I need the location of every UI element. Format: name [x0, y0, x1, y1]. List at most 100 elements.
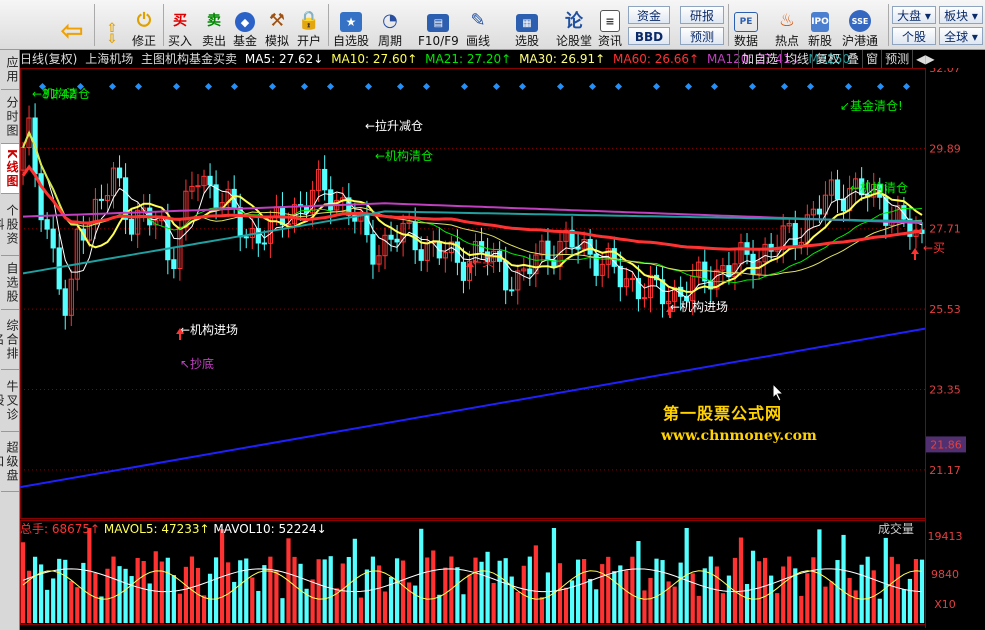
expand-icon[interactable]: ◀▶ — [912, 50, 937, 68]
ma60-line — [21, 164, 923, 251]
volume-bar — [678, 562, 683, 623]
forum-button[interactable]: 论 论股堂 — [556, 2, 592, 48]
marker-diamond — [614, 82, 623, 91]
buy-arrow-icon — [911, 248, 919, 260]
watchlist-button[interactable]: ★ 自选股 — [333, 2, 369, 48]
ma5-line — [22, 131, 923, 299]
volume-bar — [503, 558, 508, 623]
volume-bar — [346, 556, 351, 623]
draw-line-button[interactable]: ✎ 画线 — [466, 2, 491, 49]
open-account-button[interactable]: 🔒 开户 — [297, 2, 321, 49]
f10-label: F10/F9 — [418, 34, 459, 48]
volume-bar — [20, 542, 26, 623]
marker-diamond — [876, 82, 885, 91]
capital-button[interactable]: 资金 — [628, 6, 670, 24]
fund-button[interactable]: ◆ 基金 — [233, 2, 257, 48]
marker-diamond — [268, 82, 277, 91]
research-button[interactable]: 研报 — [680, 6, 724, 24]
candle-body — [394, 238, 400, 243]
kline-chart[interactable]: 32.0729.8927.7125.5323.3521.1721.86←31.4… — [20, 68, 985, 630]
left-tab-4[interactable]: 自选股 — [1, 256, 19, 310]
left-tab-7[interactable]: 超级盘口 — [0, 432, 19, 492]
candle-body — [840, 198, 847, 212]
volume-bar — [340, 563, 345, 623]
ipo-button[interactable]: IPO 新股 — [808, 2, 832, 48]
candle-body — [207, 175, 213, 186]
hot-button[interactable]: ♨ 热点 — [775, 2, 799, 49]
volume-bar — [364, 569, 370, 623]
buy-button[interactable]: 买 买入 — [168, 2, 192, 48]
buy-icon: 买 — [173, 13, 187, 29]
updown-arrows-icon: ⇧ ⇩ — [106, 21, 118, 47]
period-button[interactable]: ◔ 周期 — [378, 2, 402, 49]
left-tab-5[interactable]: 综合排名 — [0, 310, 19, 370]
sector-dropdown[interactable]: 板块 ▾ — [939, 6, 983, 24]
volume-bar — [358, 597, 363, 623]
left-tab-2[interactable]: K线图 — [1, 144, 19, 194]
stock-name: 上海机场 — [85, 52, 134, 66]
screen-icon: ▦ — [516, 14, 538, 32]
left-tab-1[interactable]: 分时图 — [1, 90, 19, 144]
data-button[interactable]: PE 数据 — [734, 2, 758, 48]
indicator-name[interactable]: 主图机构基金买卖 — [141, 52, 237, 66]
period-text[interactable]: 日线(复权) — [20, 52, 77, 66]
annotation-label: ←买 — [472, 255, 494, 269]
forecast-button[interactable]: 预测 — [680, 27, 724, 45]
bbd-button[interactable]: BBD — [628, 27, 670, 45]
simulate-button[interactable]: ⚒ 模拟 — [265, 2, 289, 49]
candle-body — [641, 297, 648, 300]
volume-bar — [636, 541, 641, 623]
marker-diamond — [902, 82, 911, 91]
volume-bar — [32, 556, 38, 623]
draw-line-label: 画线 — [466, 34, 491, 48]
market-dropdown[interactable]: 大盘 ▾ — [892, 6, 936, 24]
buy-label: 买入 — [168, 34, 193, 48]
volume-bar — [642, 590, 647, 623]
stock-screen-button[interactable]: ▦ 选股 — [515, 2, 539, 48]
volume-bar — [382, 591, 388, 623]
volume-bar — [557, 563, 563, 623]
separator — [328, 4, 329, 46]
global-label: 全球 — [944, 30, 969, 44]
global-dropdown[interactable]: 全球 ▾ — [939, 27, 983, 45]
ma30-value: MA30: 26.91↑ — [519, 52, 606, 66]
volume-bar — [901, 589, 906, 623]
candle-body — [50, 228, 56, 249]
chart-tool-4[interactable]: 窗 — [862, 50, 881, 68]
volume-bar — [654, 558, 659, 623]
volume-bar — [274, 569, 279, 623]
home-button[interactable] — [6, 2, 36, 48]
chart-tool-0[interactable]: 加自选 — [738, 50, 781, 68]
chart-tool-2[interactable]: 复权 — [812, 50, 843, 68]
power-icon: ⏻ — [136, 9, 152, 31]
pen-icon: ✎ — [470, 9, 486, 31]
f10-button[interactable]: ▤ F10/F9 — [418, 2, 459, 48]
chart-tool-5[interactable]: 预测 — [881, 50, 912, 68]
news-button[interactable]: ≡ 资讯 — [598, 2, 622, 48]
volume-bar — [563, 587, 569, 623]
f10-icon: ▤ — [427, 14, 450, 32]
stock-button[interactable]: 个股 — [892, 27, 936, 45]
chart-tool-3[interactable]: 叠 — [843, 50, 862, 68]
chart-tool-1[interactable]: 均线 — [781, 50, 812, 68]
sh-hk-connect-button[interactable]: SSE 沪港通 — [842, 2, 878, 48]
volume-bar — [177, 593, 182, 623]
left-tab-0[interactable]: 应用 — [1, 50, 19, 90]
left-tab-6[interactable]: 牛叉诊股 — [0, 370, 19, 432]
volume-bar — [141, 560, 146, 623]
volume-bar — [45, 589, 50, 623]
volume-bar — [111, 556, 116, 623]
volume-bar — [594, 589, 599, 623]
marker-diamond — [588, 82, 597, 91]
fix-button[interactable]: ⏻ 修正 — [132, 2, 156, 49]
back-button[interactable]: ⇦ — [56, 2, 88, 48]
volume-bar — [750, 550, 756, 623]
pe-icon: PE — [734, 12, 758, 32]
candle-body — [750, 253, 756, 275]
refresh-button[interactable]: ⇧ ⇩ — [100, 2, 124, 48]
sell-button[interactable]: 卖 卖出 — [202, 2, 226, 48]
volume-tick-label: 9840 — [931, 568, 959, 581]
left-tab-3[interactable]: 个股资料 — [0, 194, 19, 256]
candle-body — [545, 240, 551, 261]
mavol5-value: MAVOL5: 47233↑ — [103, 522, 210, 536]
